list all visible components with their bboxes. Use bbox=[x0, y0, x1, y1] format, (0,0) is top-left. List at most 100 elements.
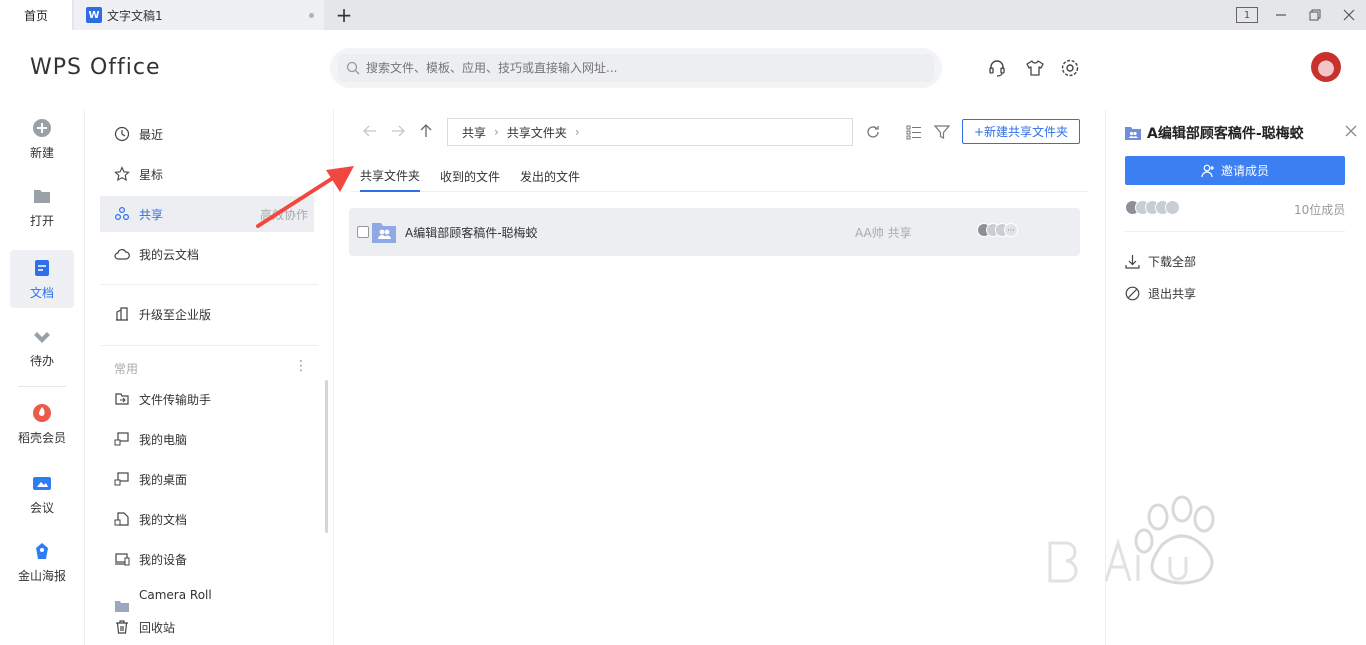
minimize-icon bbox=[1276, 14, 1286, 16]
list-view-icon[interactable] bbox=[906, 124, 922, 140]
shared-tabs: 共享文件夹 收到的文件 发出的文件 bbox=[350, 160, 1088, 192]
back-arrow-icon[interactable] bbox=[362, 123, 378, 139]
tab-bar: 首页 W 文字文稿1 + 1 bbox=[0, 0, 1366, 30]
menu-my-documents[interactable]: 我的文档 bbox=[100, 501, 314, 537]
clock-icon bbox=[114, 126, 130, 142]
side-menu-scrollbar[interactable] bbox=[325, 380, 328, 533]
tab-shared-folders[interactable]: 共享文件夹 bbox=[360, 160, 421, 192]
rail-new[interactable]: 新建 bbox=[10, 110, 74, 168]
shared-folder-icon bbox=[372, 223, 396, 243]
trash-icon bbox=[116, 620, 128, 634]
desktop-icon bbox=[114, 472, 129, 486]
download-all-button[interactable]: 下载全部 bbox=[1125, 253, 1196, 270]
rail-poster[interactable]: 金山海报 bbox=[10, 533, 74, 591]
rail-divider bbox=[18, 386, 66, 387]
add-user-icon bbox=[1201, 164, 1214, 177]
user-avatar[interactable] bbox=[1311, 52, 1341, 82]
rail-meeting[interactable]: 会议 bbox=[10, 465, 74, 523]
menu-camera-roll[interactable]: Camera Roll bbox=[100, 582, 314, 612]
menu-my-computer[interactable]: 我的电脑 bbox=[100, 421, 314, 457]
rail-todo[interactable]: 待办 bbox=[10, 318, 74, 376]
member-avatars[interactable]: ··· bbox=[977, 223, 1018, 237]
video-camera-icon bbox=[33, 476, 51, 490]
filter-icon[interactable] bbox=[934, 124, 950, 140]
avatar bbox=[1165, 200, 1180, 215]
close-window-button[interactable] bbox=[1332, 0, 1366, 30]
menu-my-desktop[interactable]: 我的桌面 bbox=[100, 461, 314, 497]
rail-border bbox=[84, 110, 85, 645]
member-count[interactable]: 10位成员 bbox=[1294, 201, 1345, 218]
breadcrumb-item[interactable]: 共享文件夹 bbox=[507, 124, 567, 141]
panel-title: A编辑部顾客稿件-聪梅蛟 bbox=[1125, 123, 1304, 143]
menu-trash[interactable]: 回收站 bbox=[100, 609, 314, 645]
rail-new-label: 新建 bbox=[29, 145, 54, 160]
check-icon bbox=[34, 331, 50, 343]
menu-cloud-docs[interactable]: 我的云文档 bbox=[100, 236, 314, 272]
settings-gear-icon[interactable] bbox=[1060, 58, 1080, 78]
devices-icon bbox=[115, 553, 130, 566]
rail-docer-member-label: 稻壳会员 bbox=[17, 430, 66, 445]
baidu-jingyan-watermark-icon bbox=[1048, 495, 1215, 585]
search-input[interactable] bbox=[366, 61, 906, 75]
restore-icon bbox=[1309, 9, 1321, 21]
refresh-icon[interactable] bbox=[865, 124, 881, 140]
search-box[interactable] bbox=[338, 54, 934, 82]
rail-docer-member[interactable]: 稻壳会员 bbox=[10, 395, 74, 453]
skin-shirt-icon[interactable] bbox=[1025, 58, 1045, 78]
exit-share-button[interactable]: 退出共享 bbox=[1125, 285, 1196, 302]
document-icon bbox=[35, 259, 49, 276]
menu-divider bbox=[100, 284, 318, 285]
new-tab-button[interactable]: + bbox=[324, 0, 364, 30]
rail-documents[interactable]: 文档 bbox=[10, 250, 74, 308]
download-icon bbox=[1125, 255, 1140, 269]
menu-my-devices[interactable]: 我的设备 bbox=[100, 541, 314, 577]
plus-circle-icon bbox=[33, 118, 51, 137]
tab-close-dot-icon[interactable] bbox=[309, 13, 314, 18]
annotation-arrow-icon bbox=[256, 166, 354, 228]
computer-icon bbox=[114, 432, 129, 446]
breadcrumb-item[interactable]: 共享 bbox=[462, 124, 486, 141]
panel-member-avatars[interactable] bbox=[1125, 200, 1180, 215]
rail-open[interactable]: 打开 bbox=[10, 178, 74, 236]
new-shared-folder-button[interactable]: +新建共享文件夹 bbox=[962, 119, 1080, 144]
cloud-icon bbox=[114, 249, 130, 260]
close-icon bbox=[1343, 9, 1355, 21]
menu-divider bbox=[100, 345, 318, 346]
transfer-icon bbox=[115, 393, 129, 405]
menu-group-more-icon[interactable]: ⋮ bbox=[294, 358, 308, 374]
file-row[interactable]: A编辑部顾客稿件-聪梅蛟 AA帅 共享 ··· bbox=[349, 208, 1080, 256]
tab-sent-files[interactable]: 发出的文件 bbox=[520, 160, 580, 192]
restore-button[interactable] bbox=[1298, 0, 1332, 30]
tab-home[interactable]: 首页 bbox=[0, 0, 72, 30]
minimize-button[interactable] bbox=[1264, 0, 1298, 30]
invite-members-button[interactable]: 邀请成员 bbox=[1125, 156, 1345, 185]
menu-upgrade-enterprise[interactable]: 升级至企业版 bbox=[100, 296, 314, 332]
up-arrow-icon[interactable] bbox=[418, 123, 434, 139]
forward-arrow-icon[interactable] bbox=[390, 123, 406, 139]
menu-cloud-docs-label: 我的云文档 bbox=[139, 247, 200, 262]
file-owner: AA帅 共享 bbox=[855, 226, 912, 240]
tab-received-files[interactable]: 收到的文件 bbox=[440, 160, 500, 192]
menu-my-desktop-label: 我的桌面 bbox=[139, 472, 188, 487]
invite-members-label: 邀请成员 bbox=[1220, 164, 1269, 178]
share-nodes-icon bbox=[114, 206, 130, 221]
layout-badge-icon: 1 bbox=[1236, 7, 1258, 23]
menu-camera-roll-label: Camera Roll bbox=[139, 588, 212, 602]
window-controls: 1 bbox=[1230, 0, 1366, 30]
menu-recent[interactable]: 最近 bbox=[100, 116, 314, 152]
rail-documents-label: 文档 bbox=[29, 285, 54, 300]
close-icon[interactable] bbox=[1344, 124, 1358, 138]
panel-divider bbox=[1125, 231, 1345, 232]
menu-recent-label: 最近 bbox=[139, 127, 164, 142]
documents-folder-icon bbox=[114, 512, 129, 526]
menu-my-computer-label: 我的电脑 bbox=[139, 432, 188, 447]
chevron-right-icon: › bbox=[494, 125, 499, 139]
wps-logo: WPS Office bbox=[30, 55, 161, 80]
headset-icon[interactable] bbox=[987, 58, 1007, 78]
rail-open-label: 打开 bbox=[29, 213, 54, 228]
layout-switch-button[interactable]: 1 bbox=[1230, 0, 1264, 30]
more-avatars-icon: ··· bbox=[1004, 223, 1018, 237]
tab-document[interactable]: W 文字文稿1 bbox=[74, 0, 324, 30]
tab-document-label: 文字文稿1 bbox=[107, 8, 163, 23]
menu-file-transfer[interactable]: 文件传输助手 bbox=[100, 381, 314, 417]
